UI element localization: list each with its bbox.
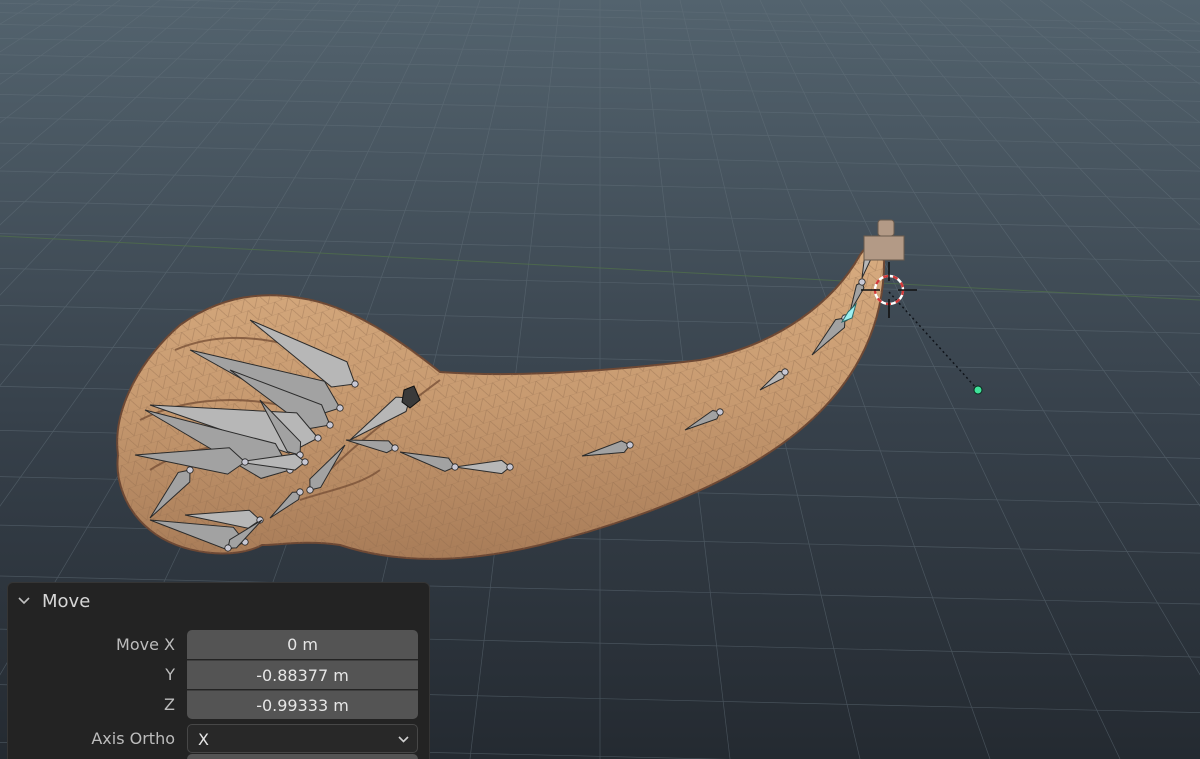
move-x-field[interactable]: 0 m (187, 630, 418, 659)
bone-joint[interactable] (224, 544, 232, 552)
panel-title: Move (42, 590, 91, 612)
operator-redo-panel[interactable]: Move Move X 0 m Y -0.88377 m Z -0.99333 … (7, 582, 430, 759)
axis-ortho-row: Axis Ortho X (8, 724, 431, 754)
3d-viewport[interactable]: Move Move X 0 m Y -0.88377 m Z -0.99333 … (0, 0, 1200, 759)
bone-joint[interactable] (351, 380, 359, 388)
move-y-row: Y -0.88377 m (8, 660, 431, 690)
chevron-down-icon (398, 725, 409, 754)
bone-joint[interactable] (306, 486, 314, 494)
move-x-row: Move X 0 m (8, 630, 431, 660)
bone-joint[interactable] (301, 458, 309, 466)
axis-ortho-select[interactable]: X (187, 724, 418, 753)
axis-ortho-label: Axis Ortho (91, 729, 175, 748)
bone-joint[interactable] (314, 434, 322, 442)
move-z-label: Z (164, 695, 175, 714)
bone-joint[interactable] (451, 463, 459, 471)
next-option-field[interactable] (187, 754, 418, 759)
panel-header[interactable]: Move (8, 583, 429, 619)
bone-joint[interactable] (506, 463, 514, 471)
pole-target-point[interactable] (973, 385, 983, 395)
bone-joint[interactable] (241, 458, 249, 466)
move-y-field[interactable]: -0.88377 m (187, 660, 418, 689)
bone-joint[interactable] (858, 278, 866, 286)
bone-joint[interactable] (186, 466, 194, 474)
move-y-label: Y (165, 665, 175, 684)
axis-ortho-value: X (198, 730, 209, 749)
bone-joint[interactable] (296, 488, 304, 496)
bone-joint[interactable] (336, 404, 344, 412)
chevron-down-icon[interactable] (18, 593, 36, 609)
move-z-field[interactable]: -0.99333 m (187, 690, 418, 719)
move-z-row: Z -0.99333 m (8, 690, 431, 720)
bone-joint[interactable] (391, 444, 399, 452)
bone-joint[interactable] (326, 421, 334, 429)
bone-joint[interactable] (626, 441, 634, 449)
bone-joint[interactable] (781, 368, 789, 376)
bone-joint[interactable] (716, 408, 724, 416)
move-x-label: Move X (116, 635, 175, 654)
